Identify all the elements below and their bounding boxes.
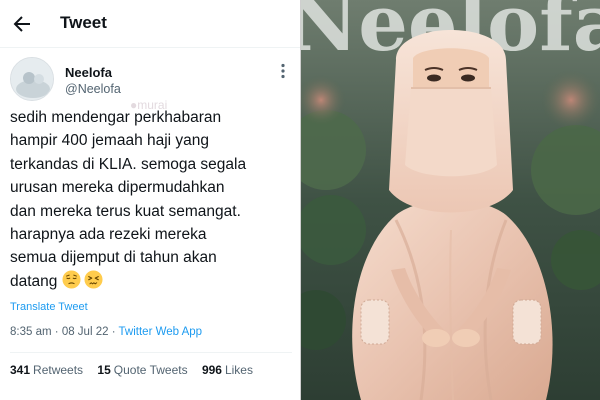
tweet-line: datang bbox=[10, 272, 58, 290]
left-cuff bbox=[360, 299, 390, 345]
divider bbox=[10, 352, 292, 353]
likes-label: Likes bbox=[224, 363, 253, 377]
tweet-meta: 8:35 am · 08 Jul 22 · Twitter Web App bbox=[10, 326, 202, 338]
face bbox=[413, 48, 489, 90]
retweets-count: 341 bbox=[10, 363, 31, 377]
persevering-face-emoji bbox=[84, 270, 103, 289]
avatar[interactable] bbox=[10, 57, 54, 101]
translate-tweet-link[interactable]: Translate Tweet bbox=[10, 301, 88, 313]
author-name[interactable]: Neelofa bbox=[65, 65, 112, 80]
tweet-panel: Tweet Neelofa @Neelofa sedih mendengar p… bbox=[0, 0, 300, 400]
tweet-header: Tweet bbox=[0, 0, 300, 48]
niqab bbox=[405, 88, 497, 177]
pensive-face-emoji bbox=[62, 270, 81, 289]
tweet-line: hampir 400 jemaah haji yang bbox=[10, 132, 210, 150]
woman-in-niqab-photo: Neelofa bbox=[301, 0, 600, 400]
tweet-time[interactable]: 8:35 am bbox=[10, 326, 52, 338]
tweet-line: terkandas di KLIA. semoga segala bbox=[10, 155, 247, 173]
tweet-line: dan mereka terus kuat semangat. bbox=[10, 202, 241, 220]
left-hand bbox=[422, 329, 450, 347]
photo-panel: Neelofa bbox=[300, 0, 600, 400]
right-cuff bbox=[512, 299, 542, 345]
quote-tweets-count: 15 bbox=[97, 363, 111, 377]
tweet-line: semua dijemput di tahun akan bbox=[10, 249, 217, 267]
likes-stat[interactable]: 996 Likes bbox=[202, 363, 253, 377]
more-options-icon[interactable] bbox=[274, 62, 292, 80]
retweets-label: Retweets bbox=[33, 363, 84, 377]
meta-separator: · bbox=[111, 326, 116, 338]
tweet-line-last: datang bbox=[10, 270, 296, 293]
tweet-stats: 341 Retweets 15 Quote Tweets 996 Likes bbox=[10, 363, 264, 377]
page-title: Tweet bbox=[60, 13, 107, 32]
tweet-date[interactable]: 08 Jul 22 bbox=[62, 326, 109, 338]
back-arrow-icon[interactable] bbox=[10, 12, 34, 36]
retweets-stat[interactable]: 341 Retweets bbox=[10, 363, 83, 377]
right-hand bbox=[452, 329, 480, 347]
meta-separator: · bbox=[54, 326, 59, 338]
tweet-line: harapnya ada rezeki mereka bbox=[10, 226, 207, 244]
author-handle[interactable]: @Neelofa bbox=[65, 82, 121, 96]
tweet-line: urusan mereka dipermudahkan bbox=[10, 179, 225, 197]
watermark-text: murai bbox=[137, 98, 168, 112]
likes-count: 996 bbox=[201, 363, 222, 377]
tweet-source-link[interactable]: Twitter Web App bbox=[119, 326, 203, 338]
watermark: ●murai bbox=[130, 98, 167, 112]
tweet-text: sedih mendengar perkhabaran hampir 400 j… bbox=[10, 106, 296, 293]
quote-tweets-label: Quote Tweets bbox=[113, 363, 188, 377]
quote-tweets-stat[interactable]: 15 Quote Tweets bbox=[97, 363, 187, 377]
